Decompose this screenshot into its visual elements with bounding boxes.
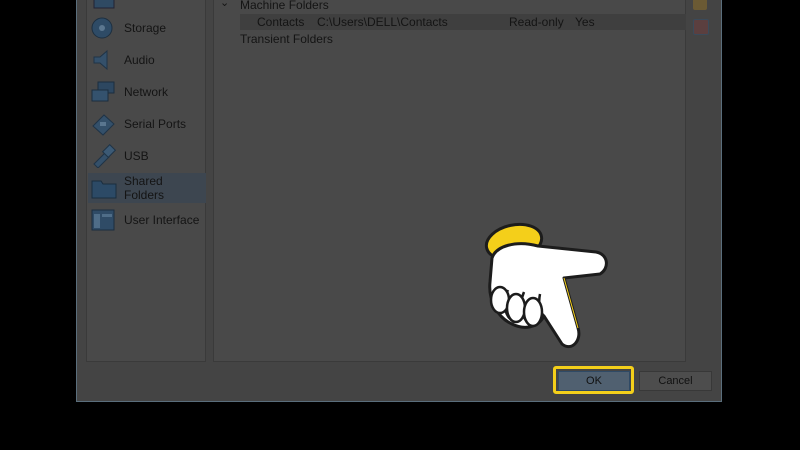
group-label: Machine Folders	[240, 0, 329, 12]
sidebar-item-label: Audio	[124, 53, 155, 67]
settings-sidebar: Storage Audio Network Serial Ports USB S…	[86, 0, 206, 362]
sidebar-item-label: User Interface	[124, 213, 200, 227]
audio-icon	[90, 48, 118, 72]
usb-icon	[90, 143, 118, 169]
sidebar-item-user-interface[interactable]: User Interface	[88, 205, 206, 235]
folder-access: Read-only	[509, 15, 564, 29]
sidebar-item-network[interactable]: Network	[88, 77, 206, 107]
group-label: Transient Folders	[240, 32, 333, 46]
storage-icon	[90, 16, 118, 40]
add-folder-icon[interactable]	[693, 0, 707, 10]
ok-highlight-frame	[553, 366, 634, 394]
sidebar-item-label: Network	[124, 85, 169, 99]
table-row[interactable]: Contacts C:\Users\DELL\Contacts Read-onl…	[240, 14, 686, 30]
sidebar-item-label: Storage	[124, 21, 167, 35]
pointing-hand-icon	[484, 222, 608, 349]
serial-ports-icon	[90, 112, 118, 136]
sidebar-item-label: Shared Folders	[124, 174, 165, 202]
edit-folder-icon[interactable]	[693, 19, 709, 35]
sidebar-item-serial-ports[interactable]: Serial Ports	[88, 109, 206, 139]
cancel-button[interactable]: Cancel	[639, 371, 712, 391]
sidebar-item-audio[interactable]: Audio	[88, 45, 206, 75]
folder-auto-mount: Yes	[575, 15, 595, 29]
folder-name: Contacts	[257, 15, 305, 29]
sidebar-item-usb[interactable]: USB	[88, 141, 206, 171]
sidebar-item-storage[interactable]: Storage	[88, 13, 206, 43]
sidebar-item-label: USB	[124, 149, 149, 163]
folder-path: C:\Users\DELL\Contacts	[317, 15, 448, 29]
network-icon	[90, 80, 118, 104]
shared-folders-icon	[90, 176, 118, 200]
sidebar-item-label: Serial Ports	[124, 117, 187, 131]
tree-group-transient-folders[interactable]: Transient Folders	[214, 31, 685, 47]
chevron-down-icon[interactable]: ⌄	[220, 0, 229, 9]
user-interface-icon	[90, 208, 118, 232]
sidebar-item-shared-folders[interactable]: Shared Folders	[88, 173, 206, 203]
tree-group-machine-folders[interactable]: ⌄ Machine Folders	[214, 0, 685, 13]
